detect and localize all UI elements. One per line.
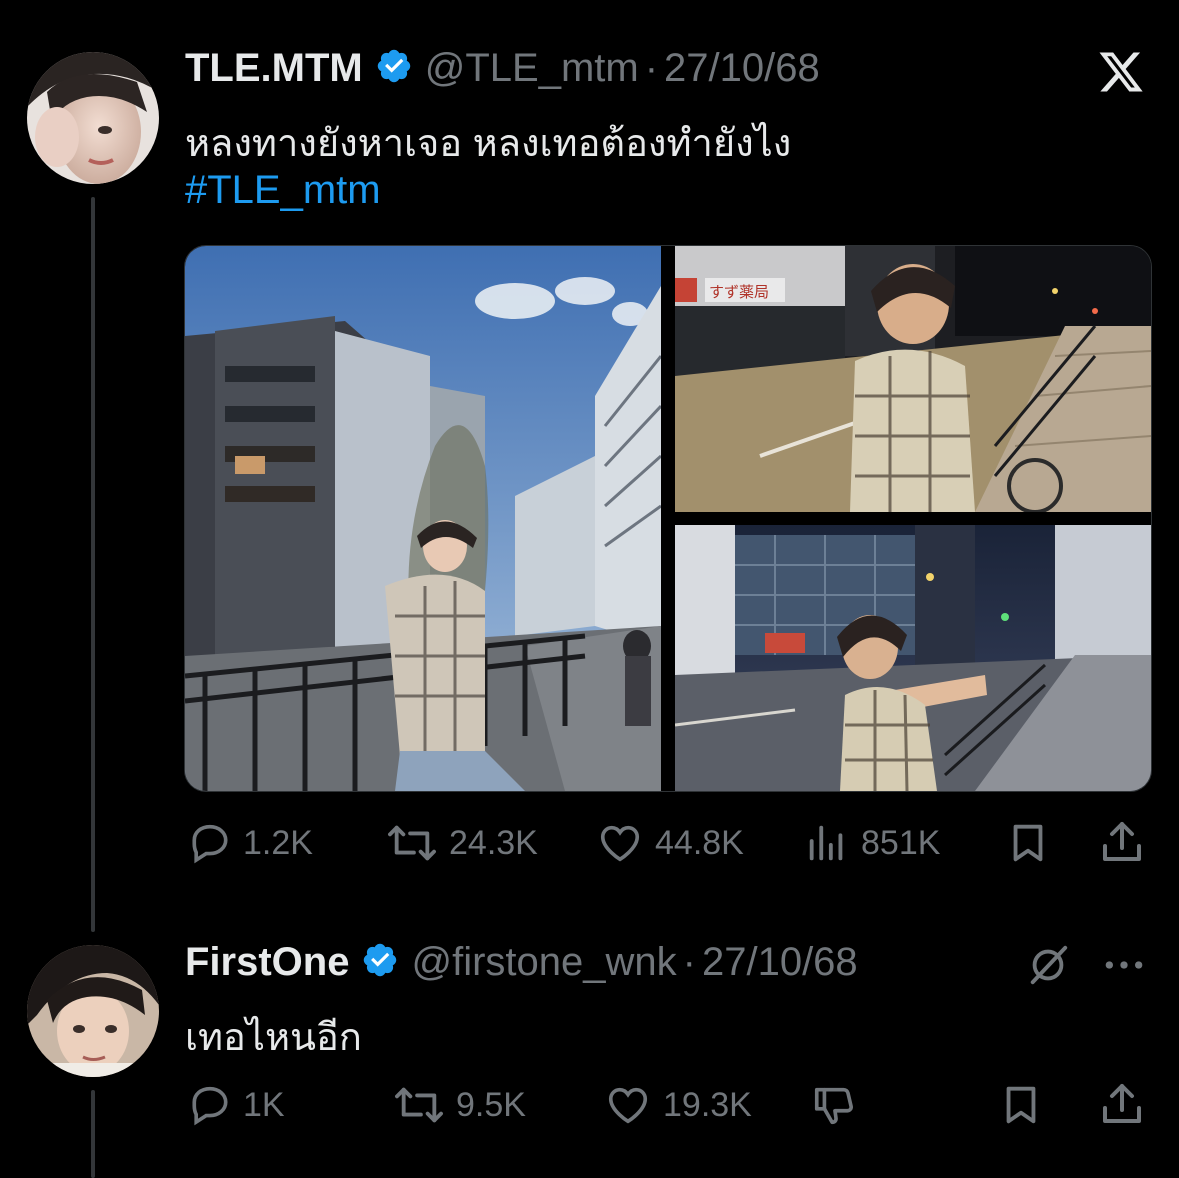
thread-line <box>91 197 95 932</box>
reply-count: 1.2K <box>243 823 313 862</box>
dislike-button[interactable] <box>810 1082 858 1133</box>
dislike-icon <box>810 1087 858 1132</box>
tweet-text: เทอไหนอีก <box>185 1017 362 1059</box>
avatar[interactable] <box>27 52 159 184</box>
verified-icon <box>375 47 413 90</box>
separator: · <box>682 940 696 984</box>
avatar[interactable] <box>27 945 159 1077</box>
like-button[interactable]: 44.8K <box>595 820 744 866</box>
bookmark-icon <box>1005 824 1051 870</box>
display-name[interactable]: TLE.MTM <box>185 46 363 91</box>
photo-2[interactable]: すず薬局 <box>675 246 1151 514</box>
share-icon <box>1098 822 1146 870</box>
bookmark-icon <box>998 1086 1044 1132</box>
reply-icon <box>187 820 233 866</box>
share-button[interactable] <box>1098 1080 1146 1133</box>
tweet-header: TLE.MTM @TLE_mtm · 27/10/68 <box>185 46 820 91</box>
thread-line <box>91 1090 95 1178</box>
like-icon <box>603 1082 653 1128</box>
like-count: 19.3K <box>663 1085 752 1124</box>
reply-button[interactable]: 1K <box>187 1082 285 1128</box>
verified-icon <box>361 941 399 984</box>
reply-count: 1K <box>243 1085 285 1124</box>
repost-icon <box>385 820 439 866</box>
like-count: 44.8K <box>655 823 744 862</box>
photo-1[interactable] <box>185 246 663 791</box>
tweet-text: หลงทางยังหาเจอ หลงเทอต้องทำยังไง <box>185 123 792 165</box>
more-icon[interactable] <box>1102 950 1146 985</box>
x-logo-icon[interactable] <box>1096 48 1146 101</box>
bookmark-button[interactable] <box>998 1082 1044 1133</box>
timestamp[interactable]: 27/10/68 <box>664 46 820 91</box>
share-button[interactable] <box>1098 818 1146 871</box>
handle[interactable]: @firstone_wnk <box>411 940 676 985</box>
hashtag-link[interactable]: #TLE_mtm <box>185 168 381 213</box>
repost-count: 24.3K <box>449 823 538 862</box>
views-button[interactable]: 851K <box>803 820 940 866</box>
bookmark-button[interactable] <box>1005 820 1051 871</box>
media-grid: すず薬局 <box>184 245 1152 792</box>
handle[interactable]: @TLE_mtm <box>425 46 639 91</box>
photo-3[interactable] <box>674 525 1151 791</box>
repost-count: 9.5K <box>456 1085 526 1124</box>
like-icon <box>595 820 645 866</box>
views-count: 851K <box>861 823 941 862</box>
timestamp[interactable]: 27/10/68 <box>702 940 858 985</box>
repost-button[interactable]: 9.5K <box>392 1082 526 1128</box>
separator: · <box>644 46 659 90</box>
tweet-header: FirstOne @firstone_wnk · 27/10/68 <box>185 940 858 985</box>
reply-icon <box>187 1082 233 1128</box>
repost-icon <box>392 1082 446 1128</box>
repost-button[interactable]: 24.3K <box>385 820 538 866</box>
grok-icon[interactable] <box>1025 942 1071 993</box>
like-button[interactable]: 19.3K <box>603 1082 752 1128</box>
reply-button[interactable]: 1.2K <box>187 820 313 866</box>
share-icon <box>1098 1084 1146 1132</box>
photo-sign-text: すず薬局 <box>709 283 769 301</box>
views-icon <box>803 820 851 866</box>
display-name[interactable]: FirstOne <box>185 940 349 985</box>
